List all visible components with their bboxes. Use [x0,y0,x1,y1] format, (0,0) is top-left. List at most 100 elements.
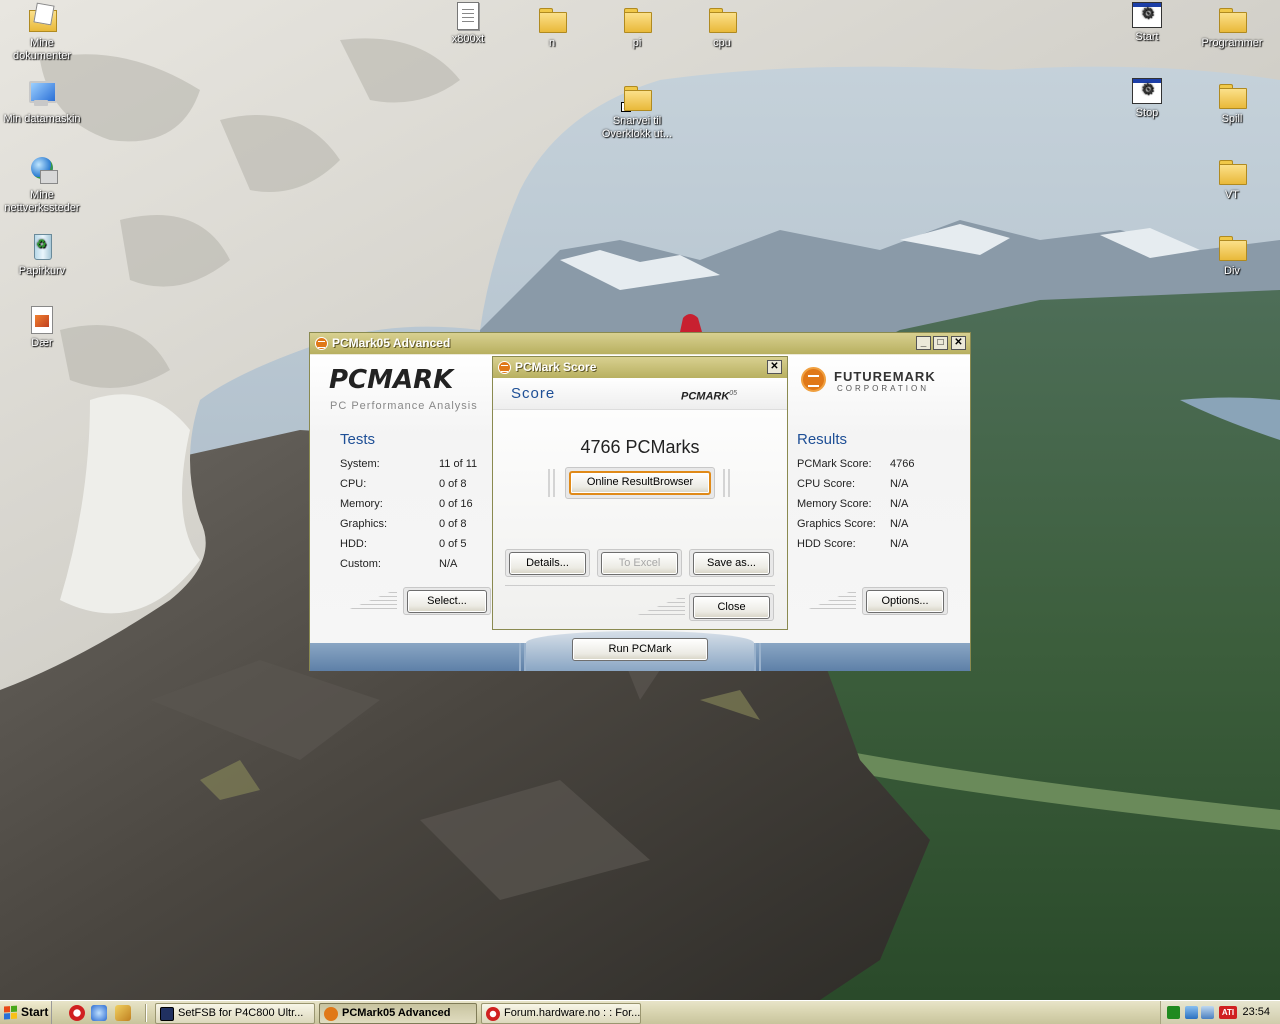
details-button[interactable]: Details... [509,552,586,575]
network-users-icon[interactable] [1185,1006,1198,1019]
score-logo-text: PCMARK [681,390,730,403]
internet-explorer-icon[interactable] [91,1005,107,1021]
score-dialog-body: Score PCMARK05 4766 PCMarks Online Resul… [493,378,787,629]
desktop-icon-shortcut[interactable]: ↗ Snarvei til Overklokk ut... [597,80,677,141]
tests-value-cpu: 0 of 8 [439,478,467,490]
tests-label-hdd: HDD: [340,538,367,550]
network-places-icon [26,154,58,186]
system-tray: ATI 23:54 [1160,1001,1280,1024]
pcmark-logo-icon [498,361,511,374]
to-excel-button[interactable]: To Excel [601,552,678,575]
results-heading: Results [797,431,848,448]
desktop-icon-n[interactable]: n [512,2,592,50]
close-button[interactable]: Close [693,596,770,619]
tests-value-hdd: 0 of 5 [439,538,467,550]
options-button[interactable]: Options... [866,590,944,613]
taskbar-item-setfsb[interactable]: SetFSB for P4C800 Ultr... [155,1003,315,1024]
desktop-icon-label: Mine nettverkssteder [4,189,80,214]
tests-value-system: 11 of 11 [439,458,478,470]
results-value-cpu: N/A [890,478,909,490]
clock: 23:54 [1242,1006,1270,1018]
desktop-icon-stop[interactable]: Stop [1107,78,1187,120]
decorative-stripes [804,589,856,611]
results-value-hdd: N/A [890,538,909,550]
folder-icon [1216,78,1248,110]
maximize-button[interactable]: □ [933,336,948,350]
desktop-icon-recycle-bin[interactable]: Papirkurv [2,230,82,278]
start-label: Start [21,1005,49,1019]
tests-heading: Tests [340,431,376,448]
folder-icon [1216,230,1248,262]
opera-icon[interactable] [69,1005,85,1021]
score-pcmark-logo: PCMARK05 [681,390,737,403]
taskbar: Start SetFSB for P4C800 Ultr... PCMark05… [0,1000,1280,1024]
main-window-titlebar[interactable]: PCMark05 Advanced _ □ ✕ [310,333,970,354]
desktop-icon-div[interactable]: Div [1192,230,1272,278]
futuremark-wordmark: FUTUREMARK [834,369,936,384]
score-dialog-titlebar[interactable]: PCMark Score ✕ [493,357,787,378]
desktop-icon-programmer[interactable]: Programmer [1192,2,1272,50]
tests-label-system: System: [340,458,380,470]
folder-icon [706,2,738,34]
desktop-icon-my-documents[interactable]: Mine dokumenter [2,2,82,63]
close-button[interactable]: ✕ [951,336,966,350]
folder-icon [1216,154,1248,186]
save-as-button[interactable]: Save as... [693,552,770,575]
pcmark-logo-icon [315,337,328,350]
run-pcmark-button[interactable]: Run PCMark [572,638,708,661]
main-window-title: PCMark05 Advanced [332,336,451,350]
online-resultbrowser-button[interactable]: Online ResultBrowser [569,471,711,495]
start-button[interactable]: Start [0,1001,52,1024]
opera-icon [486,1007,500,1021]
results-value-pcmark: 4766 [890,458,915,470]
desktop-icon-spill[interactable]: Spill [1192,78,1272,126]
desktop-icon-x800xt[interactable]: x800xt [428,2,508,46]
tests-label-cpu: CPU: [340,478,367,490]
tests-label-memory: Memory: [340,498,383,510]
text-document-icon [457,2,479,30]
score-heading: Score [511,385,556,402]
application-icon [1132,78,1162,104]
pcmark-tagline: PC Performance Analysis [330,400,478,412]
desktop-icon-cpu[interactable]: cpu [682,2,762,50]
results-label-pcmark: PCMark Score: [797,458,872,470]
tests-value-memory: 0 of 16 [439,498,473,510]
desktop-icon-label: Start [1135,31,1159,43]
taskbar-item-forum[interactable]: Forum.hardware.no : : For... [481,1003,641,1024]
pcmark-score-dialog: PCMark Score ✕ Score PCMARK05 4766 PCMar… [492,356,788,630]
setfsb-icon [160,1007,174,1021]
image-file-icon [31,306,53,334]
tests-value-graphics: 0 of 8 [439,518,467,530]
ati-icon[interactable]: ATI [1219,1006,1237,1019]
desktop-icon-label: Div [1224,265,1240,277]
results-value-memory: N/A [890,498,909,510]
dialog-separator [505,585,775,586]
minimize-button[interactable]: _ [916,336,931,350]
taskbar-item-pcmark[interactable]: PCMark05 Advanced [319,1003,477,1024]
desktop-icon-vt[interactable]: VT [1192,154,1272,202]
tray-green-icon[interactable] [1167,1006,1180,1019]
tests-label-custom: Custom: [340,558,381,570]
score-dialog-close-icon[interactable]: ✕ [767,360,782,374]
taskbar-separator [145,1004,147,1022]
results-label-cpu: CPU Score: [797,478,856,490]
desktop-icon-pi[interactable]: pi [597,2,677,50]
desktop-icon-my-computer[interactable]: Min datamaskin [2,78,82,126]
recycle-bin-icon [26,230,58,262]
desktop-icon-network[interactable]: Mine nettverkssteder [2,154,82,215]
results-value-graphics: N/A [890,518,909,530]
folder-icon [621,2,653,34]
desktop-icon-start[interactable]: Start [1107,2,1187,44]
taskbar-item-label: PCMark05 Advanced [342,1007,451,1019]
network-connection-icon[interactable] [1201,1006,1214,1019]
desktop-icon-daer[interactable]: Dær [2,306,82,350]
windows-logo-icon [4,1005,18,1020]
desktop-icon-label: Papirkurv [18,265,66,277]
desktop-icon-label: VT [1224,189,1240,201]
score-logo-version: 05 [729,390,738,397]
tools-icon[interactable] [115,1005,131,1021]
decorative-bar [519,643,526,671]
application-icon [1132,2,1162,28]
folder-icon [1216,2,1248,34]
select-button[interactable]: Select... [407,590,487,613]
